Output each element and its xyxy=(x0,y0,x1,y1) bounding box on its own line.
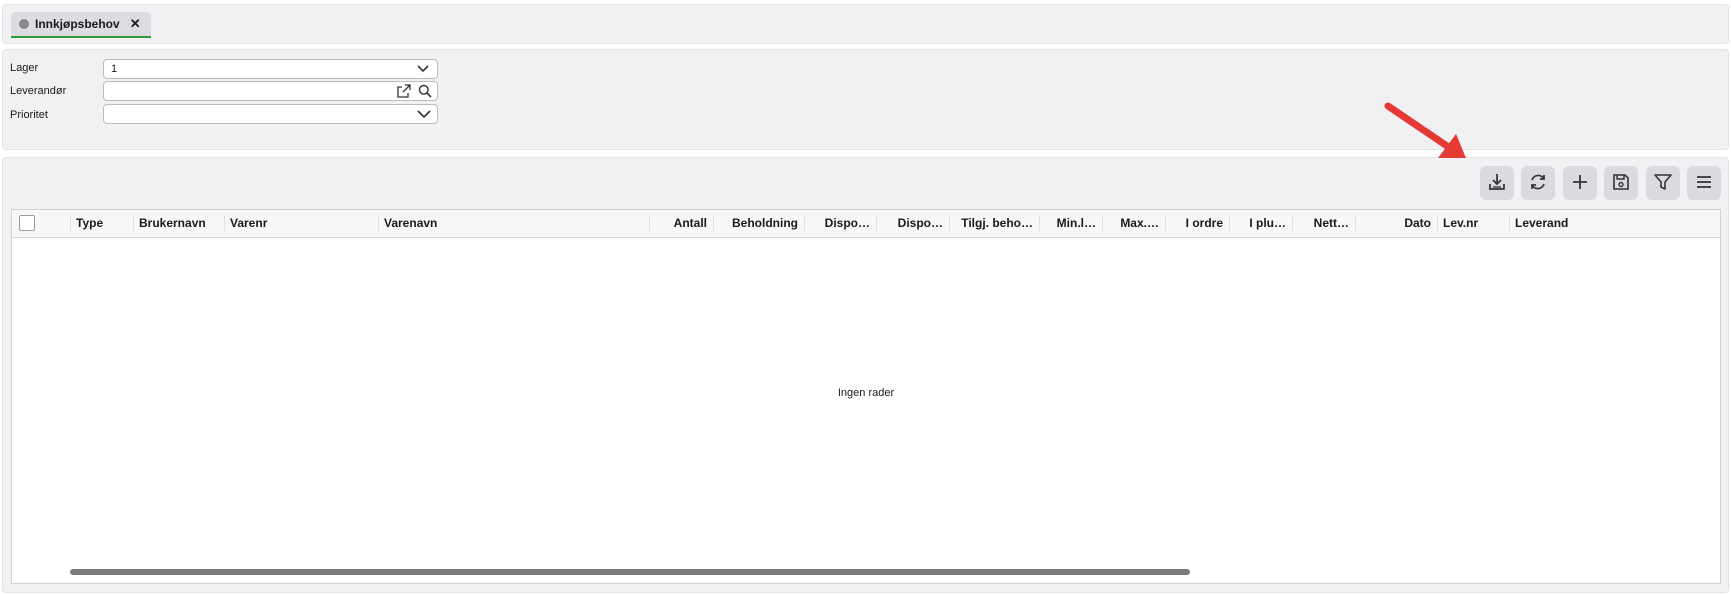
tab-label: Innkjøpsbehov xyxy=(35,17,120,31)
column-header-brukernavn[interactable]: Brukernavn xyxy=(133,210,224,236)
column-header-i-plukk[interactable]: I plu… xyxy=(1229,210,1292,236)
save-icon xyxy=(1611,172,1631,195)
column-header-antall[interactable]: Antall xyxy=(649,210,713,236)
prioritet-label: Prioritet xyxy=(10,109,48,121)
lager-label: Lager xyxy=(10,62,39,74)
column-header-netto[interactable]: Nett… xyxy=(1292,210,1355,236)
column-header-min-lager[interactable]: Min.l… xyxy=(1039,210,1102,236)
menu-icon xyxy=(1694,172,1714,195)
tab-bar: Innkjøpsbehov ✕ xyxy=(2,4,1729,44)
select-all-checkbox[interactable] xyxy=(19,215,35,231)
save-button[interactable] xyxy=(1604,166,1638,200)
lager-value: 1 xyxy=(111,63,118,75)
column-header-varenr[interactable]: Varenr xyxy=(224,210,378,236)
filter-icon xyxy=(1653,172,1673,195)
refresh-icon xyxy=(1528,172,1548,195)
prioritet-select[interactable] xyxy=(103,104,438,124)
search-icon[interactable] xyxy=(418,82,432,100)
leverandor-label: Leverandør xyxy=(10,85,67,97)
annotation-arrow-icon xyxy=(1384,102,1466,158)
leverandor-field[interactable] xyxy=(103,81,438,101)
data-table: Type Brukernavn Varenr Varenavn Antall B… xyxy=(11,209,1721,584)
open-external-icon[interactable] xyxy=(397,82,411,100)
column-header-leverandor[interactable]: Leverand xyxy=(1509,210,1720,236)
plus-icon xyxy=(1570,172,1590,195)
column-header-lev-nr[interactable]: Lev.nr xyxy=(1437,210,1509,236)
horizontal-scrollbar[interactable] xyxy=(70,569,1190,575)
chevron-down-icon xyxy=(417,60,429,78)
menu-button[interactable] xyxy=(1687,166,1721,200)
column-header-tilgj-beholdning[interactable]: Tilgj. beho… xyxy=(949,210,1039,236)
column-header-i-ordre[interactable]: I ordre xyxy=(1165,210,1229,236)
tab-innkjopsbehov[interactable]: Innkjøpsbehov ✕ xyxy=(11,12,151,38)
column-header-dispo-1[interactable]: Dispo… xyxy=(804,210,876,236)
close-icon[interactable]: ✕ xyxy=(130,16,141,32)
grid-panel: Type Brukernavn Varenr Varenavn Antall B… xyxy=(2,157,1729,593)
refresh-button[interactable] xyxy=(1521,166,1555,200)
column-header-beholdning[interactable]: Beholdning xyxy=(713,210,804,236)
chevron-down-icon xyxy=(417,105,431,123)
column-header-max-lager[interactable]: Max.… xyxy=(1102,210,1165,236)
status-dot-icon xyxy=(19,19,29,29)
column-header-dato[interactable]: Dato xyxy=(1355,210,1437,236)
add-button[interactable] xyxy=(1563,166,1597,200)
filter-button[interactable] xyxy=(1646,166,1680,200)
lager-select[interactable]: 1 xyxy=(103,59,438,79)
column-header-dispo-2[interactable]: Dispo… xyxy=(876,210,949,236)
table-header: Type Brukernavn Varenr Varenavn Antall B… xyxy=(12,210,1720,238)
empty-state-text: Ingen rader xyxy=(837,387,895,399)
column-header-varenavn[interactable]: Varenavn xyxy=(378,210,649,236)
column-header-type[interactable]: Type xyxy=(70,210,133,236)
download-icon xyxy=(1487,172,1507,195)
